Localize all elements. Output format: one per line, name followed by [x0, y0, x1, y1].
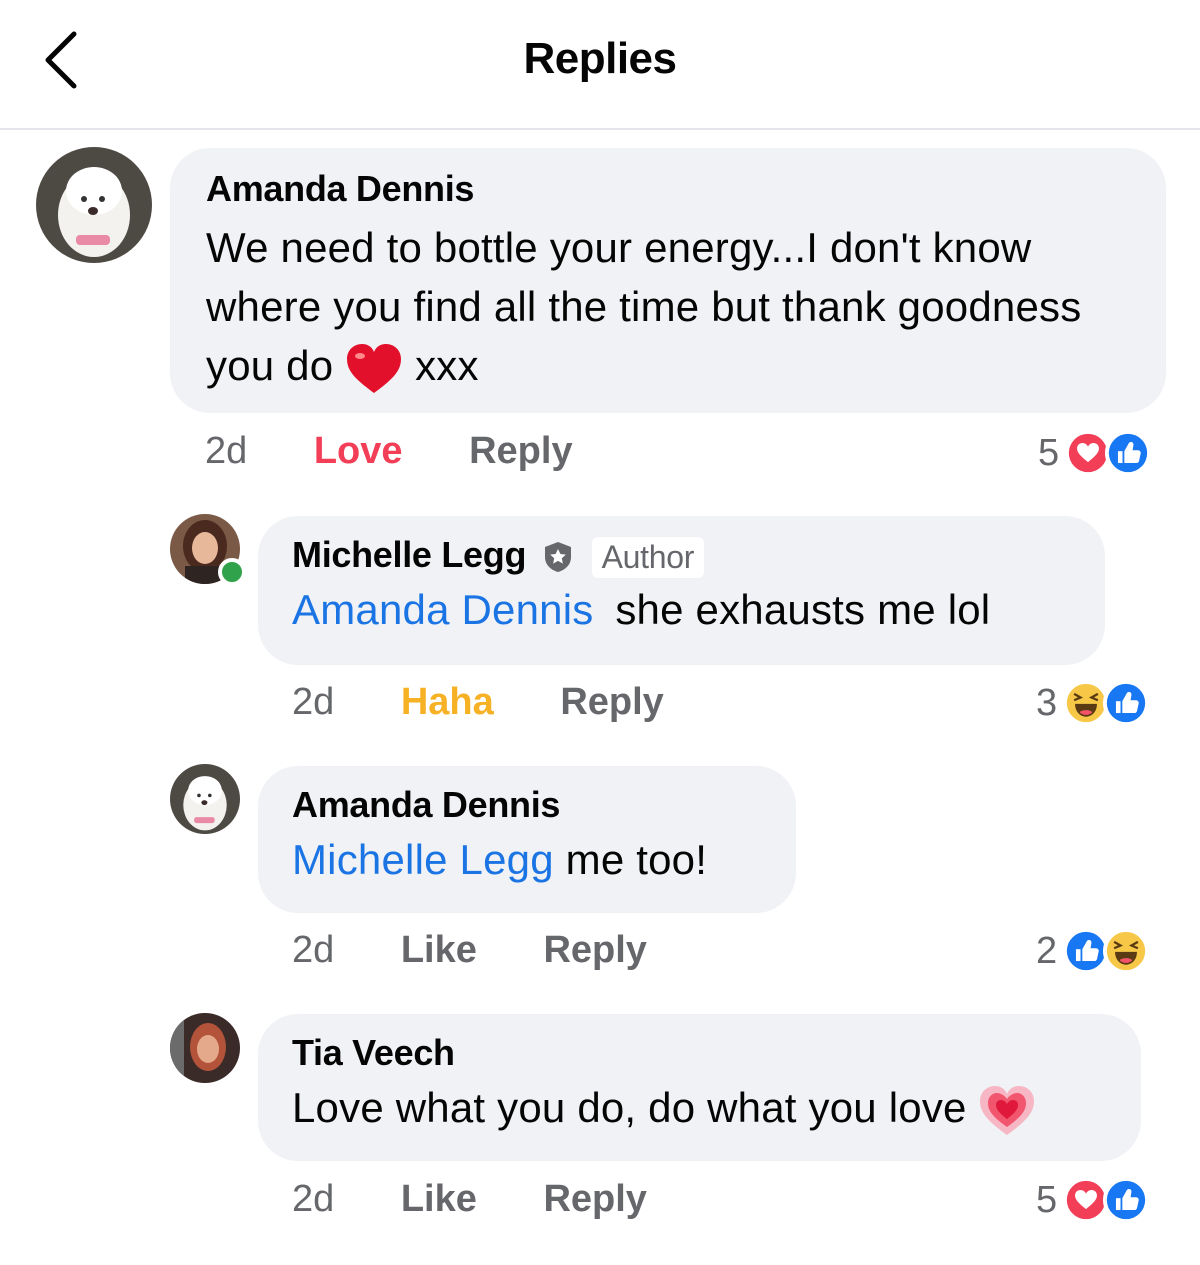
reply-button[interactable]: Reply [543, 929, 646, 972]
reaction-button[interactable]: Love [314, 430, 403, 473]
comment-bubble[interactable]: Amanda Dennis We need to bottle your ene… [170, 148, 1166, 413]
comment-body: Love what you do, do what you love [292, 1084, 967, 1131]
red-heart-icon [347, 343, 402, 393]
haha-icon [1103, 928, 1150, 974]
dog-photo [170, 764, 240, 834]
timestamp[interactable]: 2d [292, 681, 334, 724]
online-status-indicator [218, 558, 246, 586]
comment-author[interactable]: Amanda Dennis [206, 168, 1130, 210]
reaction-summary[interactable]: 5 [1036, 1175, 1150, 1225]
comment-bubble[interactable]: Tia Veech Love what you do, do what you … [258, 1014, 1141, 1161]
comment-author[interactable]: Michelle Legg [292, 534, 526, 575]
avatar[interactable] [36, 147, 152, 263]
comment-text: Michelle Legg me too! [292, 830, 762, 889]
top-bar: Replies [0, 0, 1200, 130]
mention-link[interactable]: Amanda Dennis [292, 586, 593, 633]
reply-button[interactable]: Reply [469, 430, 572, 473]
comment-author[interactable]: Amanda Dennis [292, 784, 762, 826]
reaction-summary[interactable]: 5 [1038, 428, 1152, 478]
avatar[interactable] [170, 1013, 240, 1083]
reaction-summary[interactable]: 3 [1036, 678, 1150, 728]
comment-suffix: xxx [415, 342, 479, 389]
like-icon [1105, 430, 1152, 476]
reaction-count: 3 [1036, 681, 1058, 724]
comment-actions: 2d Like Reply [292, 929, 647, 972]
timestamp[interactable]: 2d [205, 430, 247, 473]
comment-body: me too! [565, 836, 708, 883]
comment-actions: 2d Like Reply [292, 1178, 647, 1221]
comment-bubble[interactable]: Michelle Legg Author Amanda Dennis she e… [258, 516, 1105, 665]
comment-text: Love what you do, do what you love [292, 1078, 1107, 1137]
reaction-count: 5 [1036, 1178, 1058, 1221]
mention-link[interactable]: Michelle Legg [292, 836, 554, 883]
timestamp[interactable]: 2d [292, 1178, 334, 1221]
comment-body: she exhausts me lol [615, 585, 991, 633]
reaction-count: 5 [1038, 431, 1060, 474]
comment-text: Amanda Dennis she exhausts me lol [292, 580, 1071, 639]
like-icon [1103, 680, 1150, 726]
comment-header: Michelle Legg Author [292, 534, 1071, 578]
reply-button[interactable]: Reply [543, 1178, 646, 1221]
dog-photo [36, 147, 152, 263]
comment-author[interactable]: Tia Veech [292, 1032, 1107, 1074]
comment-actions: 2d Haha Reply [292, 681, 664, 724]
growing-heart-icon [980, 1085, 1035, 1135]
reply-button[interactable]: Reply [560, 681, 663, 724]
reaction-button[interactable]: Haha [401, 681, 494, 724]
page-title: Replies [523, 34, 677, 83]
comment-bubble[interactable]: Amanda Dennis Michelle Legg me too! [258, 766, 796, 913]
like-icon [1103, 1177, 1150, 1223]
profile-photo [170, 1013, 240, 1083]
shield-badge-icon [544, 542, 571, 573]
like-button[interactable]: Like [401, 1178, 477, 1221]
avatar[interactable] [170, 764, 240, 834]
reaction-count: 2 [1036, 929, 1058, 972]
comment-actions: 2d Love Reply [205, 430, 573, 473]
like-button[interactable]: Like [401, 929, 477, 972]
comment-text: We need to bottle your energy...I don't … [206, 218, 1130, 395]
reaction-summary[interactable]: 2 [1036, 926, 1150, 976]
comment-body: We need to bottle your energy...I don't … [206, 224, 1082, 389]
author-badge: Author [591, 536, 705, 578]
timestamp[interactable]: 2d [292, 929, 334, 972]
